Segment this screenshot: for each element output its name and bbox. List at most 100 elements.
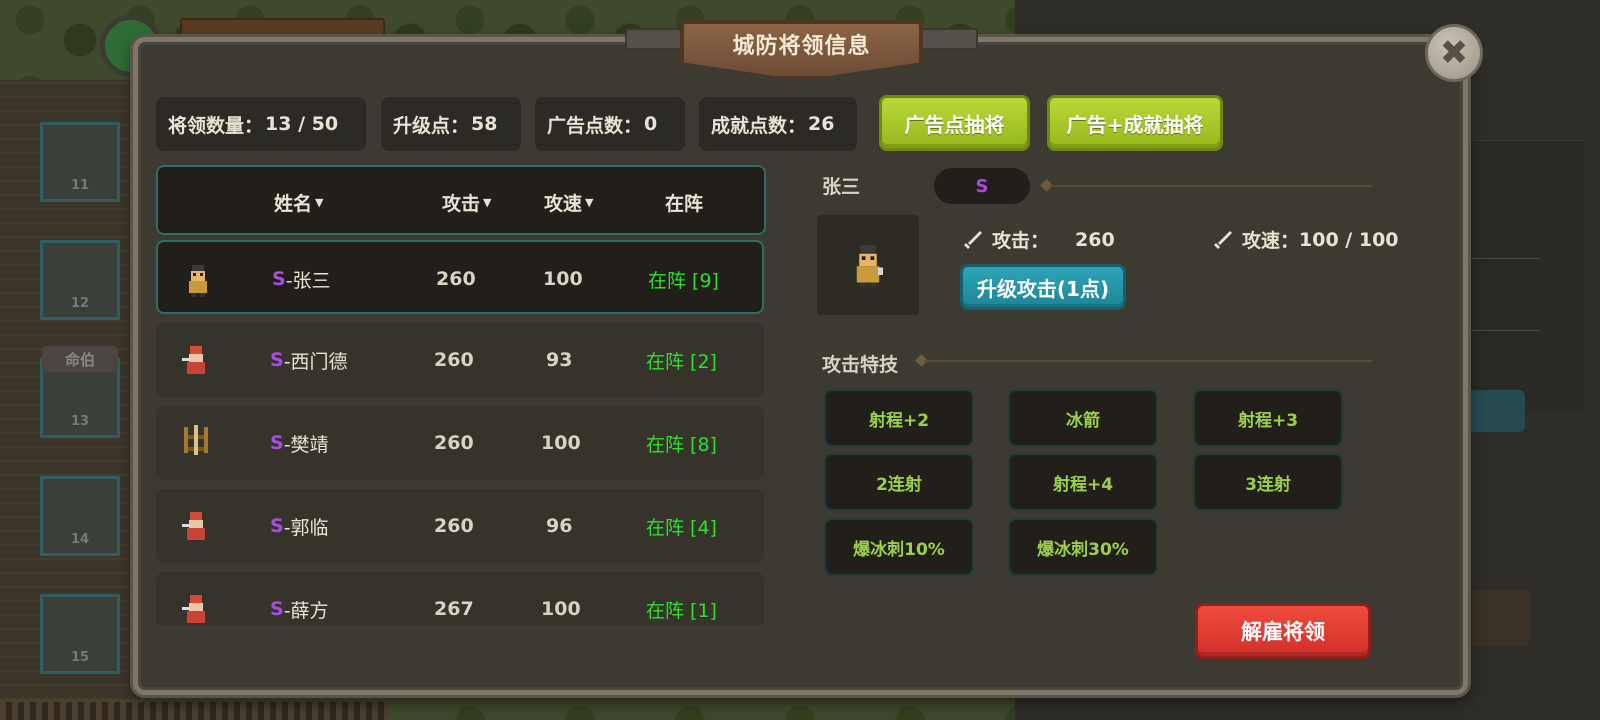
achievement-points-label: 成就点数： (711, 114, 807, 137)
sort-by-name[interactable]: 姓名 ▼ (274, 167, 323, 237)
general-table-header: 姓名 ▼ 攻击 ▼ 攻速 ▼ 在阵 (156, 165, 766, 235)
skill-slot: 爆冰刺30% (1008, 518, 1158, 576)
skill-slot: 爆冰刺10% (824, 518, 974, 576)
speed-value: 100 (541, 598, 581, 620)
skill-slot: 射程+2 (824, 389, 974, 447)
upgrade-points-value: 58 (471, 113, 498, 135)
upgrade-points-stat: 升级点： 58 (381, 97, 521, 151)
attack-value: 260 (434, 515, 474, 537)
ad-achievement-draw-button[interactable]: 广告+成就抽将 (1047, 95, 1223, 151)
attack-detail-value: 260 (1075, 228, 1115, 251)
general-count-value: 13 / 50 (265, 113, 339, 135)
deployed-status: 在阵 [8] (646, 433, 717, 456)
sort-down-icon: ▼ (315, 195, 324, 209)
fence (0, 702, 390, 720)
general-row[interactable]: S -樊靖 260 100 在阵 [8] (156, 406, 764, 480)
ad-points-label: 广告点数： (547, 114, 643, 137)
skill-slot: 射程+3 (1193, 389, 1343, 447)
general-row[interactable]: S -张三 260 100 在阵 [9] (156, 240, 764, 314)
skill-slot: 3连射 (1193, 453, 1343, 511)
skill-slot: 2连射 (824, 453, 974, 511)
rank-badge: S (270, 515, 284, 537)
divider-line (1050, 185, 1372, 187)
title-ornament-right (918, 28, 978, 50)
selected-general-name: 张三 (822, 176, 861, 198)
general-name: S -郭临 (270, 489, 329, 563)
speed-value: 93 (546, 349, 573, 371)
deployed-status: 在阵 [2] (646, 350, 717, 373)
general-name: S -薛方 (270, 572, 329, 625)
header-deployed: 在阵 (665, 192, 704, 215)
attack-value: 260 (434, 432, 474, 454)
upgrade-attack-button[interactable]: 升级攻击(1点) (960, 264, 1126, 310)
header-attack: 攻击 (442, 192, 481, 215)
defense-slot: 11 (40, 122, 120, 202)
selected-general-rank: S (934, 168, 1030, 204)
general-row[interactable]: S -薛方 267 100 在阵 [1] (156, 572, 764, 625)
attack-value: 260 (434, 349, 474, 371)
speed-label: 攻速： (1242, 230, 1300, 252)
general-name-text: -郭临 (283, 516, 329, 539)
defense-slot: 15 (40, 594, 120, 674)
ad-draw-button[interactable]: 广告点抽将 (879, 95, 1030, 151)
general-row[interactable]: S -西门德 260 93 在阵 [2] (156, 323, 764, 397)
upgrade-points-label: 升级点： (393, 114, 470, 137)
divider-line (925, 360, 1372, 362)
speed-detail-value: 100 / 100 (1299, 228, 1399, 251)
soldier-yellow-icon (856, 245, 883, 288)
speed-value: 100 (541, 432, 581, 454)
achievement-points-stat: 成就点数： 26 (699, 97, 857, 151)
slot-general-tag: 命伯 (42, 346, 118, 372)
rank-badge: S (270, 349, 284, 371)
sort-down-icon: ▼ (483, 195, 492, 209)
speed-stat: 攻速： 100 / 100 (1212, 226, 1399, 253)
soldier-yellow-icon (189, 265, 207, 297)
title-ornament-left (625, 28, 685, 50)
attack-label: 攻击： (992, 230, 1050, 252)
ballista-icon (180, 425, 212, 461)
general-count-stat: 将领数量： 13 / 50 (156, 97, 366, 151)
rank-badge: S (272, 268, 286, 290)
general-name: S -西门德 (270, 323, 348, 397)
attack-value: 267 (434, 598, 474, 620)
general-name-text: -张三 (285, 269, 331, 292)
general-name-text: -薛方 (283, 599, 329, 622)
speed-value: 100 (543, 268, 583, 290)
rank-badge: S (270, 598, 284, 620)
dismiss-general-button[interactable]: 解雇将领 (1195, 603, 1371, 659)
ad-points-value: 0 (644, 113, 658, 135)
general-row[interactable]: S -郭临 260 96 在阵 [4] (156, 489, 764, 563)
soldier-red-icon (182, 346, 205, 378)
header-speed: 攻速 (544, 192, 583, 215)
general-count-label: 将领数量： (168, 114, 264, 137)
close-icon: ✖ (1439, 33, 1469, 73)
deployed-status: 在阵 [1] (646, 599, 717, 622)
close-button[interactable]: ✖ (1425, 24, 1483, 82)
skill-slot: 射程+4 (1008, 453, 1158, 511)
attack-value: 260 (436, 268, 476, 290)
defense-slot: 12 (40, 240, 120, 320)
skill-slot: 冰箭 (1008, 389, 1158, 447)
sort-by-attack[interactable]: 攻击 ▼ (442, 167, 491, 237)
soldier-red-icon (182, 512, 205, 544)
general-list[interactable]: S -张三 260 100 在阵 [9] S -西门德 260 93 在阵 [2] … (156, 240, 766, 625)
achievement-points-value: 26 (808, 113, 835, 135)
soldier-red-icon (182, 595, 205, 625)
deployed-status: 在阵 [9] (648, 269, 719, 292)
attack-stat: 攻击： 260 (962, 226, 1115, 253)
rank-badge: S (270, 432, 284, 454)
general-portrait (817, 215, 919, 315)
general-name: S -樊靖 (270, 406, 329, 480)
sort-by-speed[interactable]: 攻速 ▼ (544, 167, 593, 237)
sword-icon (1214, 230, 1232, 249)
sort-down-icon: ▼ (585, 195, 594, 209)
defense-slot: 14 (40, 476, 120, 556)
side-card (1450, 140, 1585, 410)
speed-value: 96 (546, 515, 573, 537)
general-name: S -张三 (272, 242, 331, 316)
general-name-text: -樊靖 (283, 433, 329, 456)
ad-points-stat: 广告点数： 0 (535, 97, 685, 151)
header-name: 姓名 (274, 192, 313, 215)
skills-title: 攻击特技 (822, 354, 899, 376)
general-name-text: -西门德 (283, 350, 348, 373)
